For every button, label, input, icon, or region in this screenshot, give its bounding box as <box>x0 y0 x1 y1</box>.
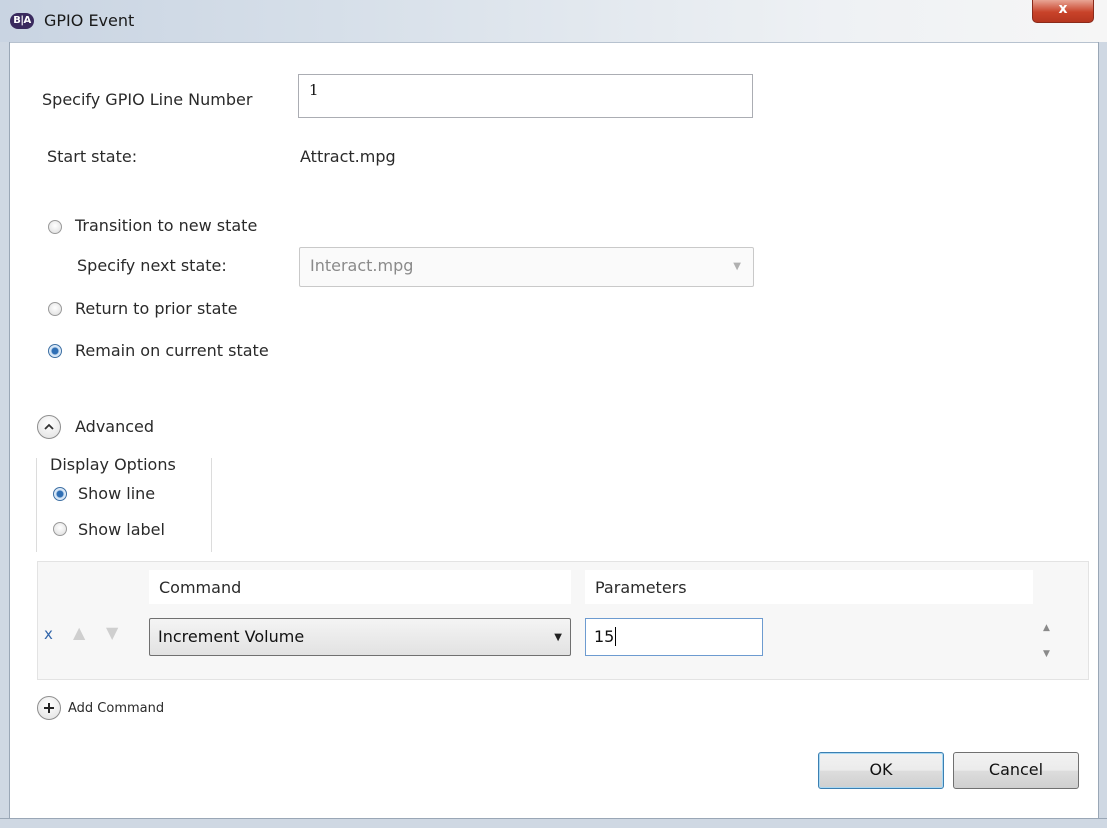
window-title: GPIO Event <box>44 11 135 30</box>
cancel-button[interactable]: Cancel <box>953 752 1079 789</box>
parameters-value: 15 <box>594 627 615 646</box>
chevron-up-icon <box>44 423 54 430</box>
command-column-header: Command <box>149 570 571 604</box>
command-dropdown-value: Increment Volume <box>158 627 305 646</box>
plus-icon <box>44 703 54 713</box>
move-down-icon[interactable]: ▼ <box>106 623 118 642</box>
next-state-label: Specify next state: <box>77 256 227 275</box>
parameters-column-header: Parameters <box>585 570 1033 604</box>
move-up-icon[interactable]: ▲ <box>73 623 85 642</box>
parameters-input[interactable]: 15 <box>585 618 763 656</box>
remove-command-button[interactable]: x <box>44 625 53 643</box>
return-prior-state-radio[interactable] <box>48 302 62 316</box>
show-line-label[interactable]: Show line <box>78 484 155 503</box>
scroll-down-icon[interactable]: ▼ <box>1043 649 1050 659</box>
command-dropdown[interactable]: Increment Volume ▼ <box>149 618 571 656</box>
scroll-up-icon[interactable]: ▲ <box>1043 623 1050 633</box>
window-frame-right <box>1098 42 1107 827</box>
return-prior-state-label[interactable]: Return to prior state <box>75 299 238 318</box>
show-line-radio[interactable] <box>53 487 67 501</box>
start-state-value: Attract.mpg <box>300 147 396 166</box>
close-button[interactable]: x <box>1032 0 1094 23</box>
title-bar <box>0 0 1107 43</box>
window-frame-left <box>0 42 10 827</box>
gpio-line-input[interactable]: 1 <box>298 74 753 118</box>
transition-new-state-radio[interactable] <box>48 220 62 234</box>
show-label-radio[interactable] <box>53 522 67 536</box>
ok-button[interactable]: OK <box>818 752 944 789</box>
remain-current-state-radio[interactable] <box>48 344 62 358</box>
advanced-label[interactable]: Advanced <box>75 417 154 436</box>
transition-new-state-label[interactable]: Transition to new state <box>75 216 257 235</box>
show-label-label[interactable]: Show label <box>78 520 165 539</box>
app-icon: B|A <box>10 13 34 29</box>
gpio-line-label: Specify GPIO Line Number <box>42 90 253 109</box>
display-options-title: Display Options <box>50 455 176 474</box>
start-state-label: Start state: <box>47 147 138 166</box>
add-command-label[interactable]: Add Command <box>68 701 164 716</box>
chevron-down-icon: ▼ <box>733 261 741 272</box>
close-icon: x <box>1058 1 1068 17</box>
add-command-button[interactable] <box>37 696 61 720</box>
text-cursor <box>615 627 617 646</box>
next-state-dropdown: Interact.mpg ▼ <box>299 247 754 287</box>
next-state-value: Interact.mpg <box>310 256 414 275</box>
remain-current-state-label[interactable]: Remain on current state <box>75 341 269 360</box>
advanced-toggle-button[interactable] <box>37 415 61 439</box>
chevron-down-icon: ▼ <box>554 632 562 643</box>
